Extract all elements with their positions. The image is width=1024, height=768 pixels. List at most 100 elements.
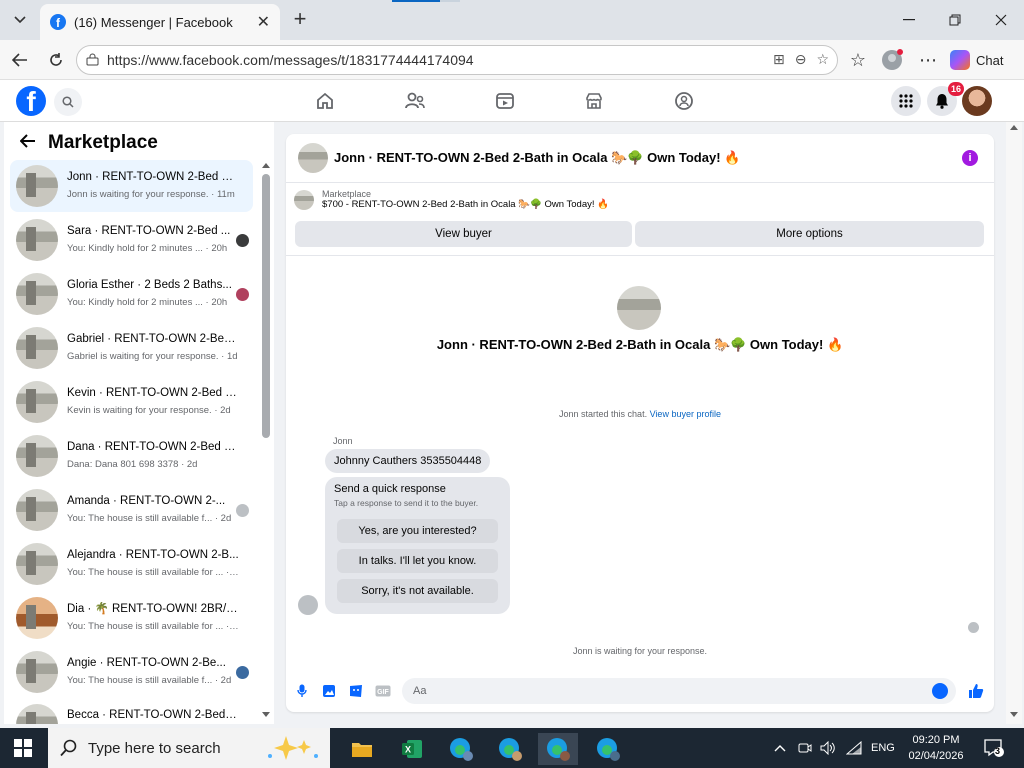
address-bar-row: https://www.facebook.com/messages/t/1831…	[0, 40, 1024, 80]
url-text: https://www.facebook.com/messages/t/1831…	[107, 52, 474, 68]
notification-badge: 16	[948, 82, 965, 96]
page-scrollbar[interactable]	[1006, 122, 1022, 724]
sidebar-scrollbar[interactable]	[262, 162, 270, 718]
notification-center-icon[interactable]: 3	[984, 728, 1004, 768]
conversation-name: Sara · RENT-TO-OWN 2-Bed ...	[67, 225, 231, 237]
file-explorer-icon[interactable]	[342, 733, 382, 765]
network-icon[interactable]	[846, 728, 862, 768]
message-input[interactable]: Aa	[402, 678, 956, 704]
zoom-icon[interactable]: ⊖	[795, 51, 807, 68]
copilot-icon	[950, 50, 970, 70]
conversation-item[interactable]: Angie · RENT-TO-OWN 2-Be... You: The hous…	[10, 646, 253, 698]
camera-icon[interactable]	[798, 728, 812, 768]
listing-thumbnail[interactable]	[298, 143, 328, 173]
edge-profile-3-icon[interactable]	[538, 733, 578, 765]
more-icon[interactable]: ⋯	[916, 48, 940, 72]
gif-icon[interactable]: GIF	[375, 683, 391, 699]
listing-thumbnail	[16, 597, 58, 639]
show-hidden-icons[interactable]	[774, 728, 786, 768]
groups-icon[interactable]	[672, 90, 696, 112]
page-scroll-down-icon[interactable]	[1010, 712, 1018, 718]
conversation-item[interactable]: Amanda · RENT-TO-OWN 2-... You: The house…	[10, 484, 253, 536]
listing-summary[interactable]: Marketplace $700 - RENT-TO-OWN 2-Bed 2-B…	[294, 189, 609, 210]
minimize-icon[interactable]	[886, 0, 932, 40]
listing-thumbnail	[16, 543, 58, 585]
svg-text:GIF: GIF	[377, 689, 389, 696]
volume-icon[interactable]	[820, 728, 836, 768]
listing-thumbnail	[16, 704, 58, 724]
photo-icon[interactable]	[321, 683, 337, 699]
listing-thumbnail	[16, 489, 58, 531]
conversation-preview: You: The house is still available for ..…	[67, 621, 239, 632]
back-arrow-icon[interactable]	[19, 132, 36, 154]
excel-icon[interactable]: X	[392, 733, 432, 765]
friends-icon[interactable]	[403, 90, 427, 112]
edge-profile-1-icon[interactable]	[441, 733, 481, 765]
lock-icon[interactable]	[86, 53, 99, 66]
close-tab-icon[interactable]: ✕	[257, 12, 270, 32]
page-scroll-up-icon[interactable]	[1010, 124, 1018, 130]
view-buyer-profile-link[interactable]: View buyer profile	[650, 409, 721, 419]
language-indicator[interactable]: ENG	[871, 728, 895, 768]
marketplace-icon[interactable]	[582, 90, 606, 112]
favorites-icon[interactable]: ☆	[846, 48, 870, 72]
back-icon[interactable]	[8, 48, 32, 72]
star-icon[interactable]: ☆	[816, 51, 829, 68]
listing-thumbnail	[294, 189, 314, 210]
scroll-down-icon[interactable]	[262, 712, 270, 718]
conversation-preview: Jonn is waiting for your response. · 11m	[67, 189, 235, 200]
copilot-chat-button[interactable]: Chat	[950, 48, 1003, 72]
account-avatar[interactable]	[962, 86, 992, 116]
notification-center-count: 3	[995, 746, 1001, 756]
more-options-button[interactable]: More options	[635, 221, 984, 247]
like-icon[interactable]	[968, 683, 984, 699]
home-icon[interactable]	[313, 90, 337, 112]
chat-header: Jonn · RENT-TO-OWN 2-Bed 2-Bath in Ocala…	[286, 134, 994, 183]
conversation-item[interactable]: Dia · 🌴 RENT-TO-OWN! 2BR/2... You: The ho…	[10, 592, 253, 644]
scrollbar-thumb[interactable]	[262, 174, 270, 438]
microphone-icon[interactable]	[294, 683, 310, 699]
conversation-item[interactable]: Alejandra · RENT-TO-OWN 2-B... You: The h…	[10, 538, 253, 590]
edge-profile-4-icon[interactable]	[588, 733, 628, 765]
taskbar-search[interactable]: Type here to search	[48, 728, 330, 768]
listing-thumbnail	[16, 651, 58, 693]
info-icon[interactable]: i	[962, 150, 978, 166]
conversation-item[interactable]: Becca · RENT-TO-OWN 2-Bed 2...	[10, 700, 253, 724]
new-tab-icon[interactable]: +	[288, 8, 312, 32]
profile-icon[interactable]	[880, 48, 904, 72]
clock-date: 02/04/2026	[908, 750, 964, 762]
conversation-item[interactable]: Gloria Esther · 2 Beds 2 Baths... You: Ki…	[10, 268, 253, 320]
search-icon[interactable]	[54, 88, 82, 116]
browser-tab[interactable]: f (16) Messenger | Facebook ✕	[40, 4, 280, 40]
quick-response-option[interactable]: In talks. I'll let you know.	[337, 549, 498, 573]
tab-list-icon[interactable]	[6, 7, 34, 33]
edge-profile-2-icon[interactable]	[490, 733, 530, 765]
view-buyer-button[interactable]: View buyer	[295, 221, 632, 247]
conversation-name: Gabriel · RENT-TO-OWN 2-Bed ...	[67, 333, 239, 345]
emoji-icon[interactable]	[932, 683, 948, 699]
scroll-up-icon[interactable]	[262, 162, 270, 168]
maximize-icon[interactable]	[932, 0, 978, 40]
conversation-item[interactable]: Sara · RENT-TO-OWN 2-Bed ... You: Kindly …	[10, 214, 253, 266]
conversation-item[interactable]: Dana · RENT-TO-OWN 2-Bed 2-... Dana: Dana…	[10, 430, 253, 482]
conversation-item[interactable]: Jonn · RENT-TO-OWN 2-Bed 2-... Jonn is wa…	[10, 160, 253, 212]
taskbar-search-placeholder: Type here to search	[88, 739, 221, 757]
window-close-icon[interactable]	[978, 0, 1024, 40]
svg-text:X: X	[405, 745, 411, 755]
system-clock[interactable]: 09:20 PM 02/04/2026	[900, 732, 972, 764]
seen-avatar	[236, 234, 249, 247]
facebook-logo-icon[interactable]: f	[16, 86, 46, 116]
quick-response-option[interactable]: Sorry, it's not available.	[337, 579, 498, 603]
chat-title[interactable]: Jonn · RENT-TO-OWN 2-Bed 2-Bath in Ocala…	[334, 150, 740, 166]
video-icon[interactable]	[493, 90, 517, 112]
windows-start-icon[interactable]	[14, 739, 32, 757]
conversation-item[interactable]: Gabriel · RENT-TO-OWN 2-Bed ... Gabriel i…	[10, 322, 253, 374]
menu-grid-icon[interactable]	[891, 86, 921, 116]
reload-icon[interactable]	[44, 48, 68, 72]
url-field[interactable]: https://www.facebook.com/messages/t/1831…	[76, 45, 838, 75]
quick-response-option[interactable]: Yes, are you interested?	[337, 519, 498, 543]
sticker-icon[interactable]	[348, 683, 364, 699]
quick-response-subtitle: Tap a response to send it to the buyer.	[334, 498, 479, 508]
apps-icon[interactable]: ⊞	[773, 51, 785, 68]
conversation-item[interactable]: Kevin · RENT-TO-OWN 2-Bed 2... Kevin is w…	[10, 376, 253, 428]
